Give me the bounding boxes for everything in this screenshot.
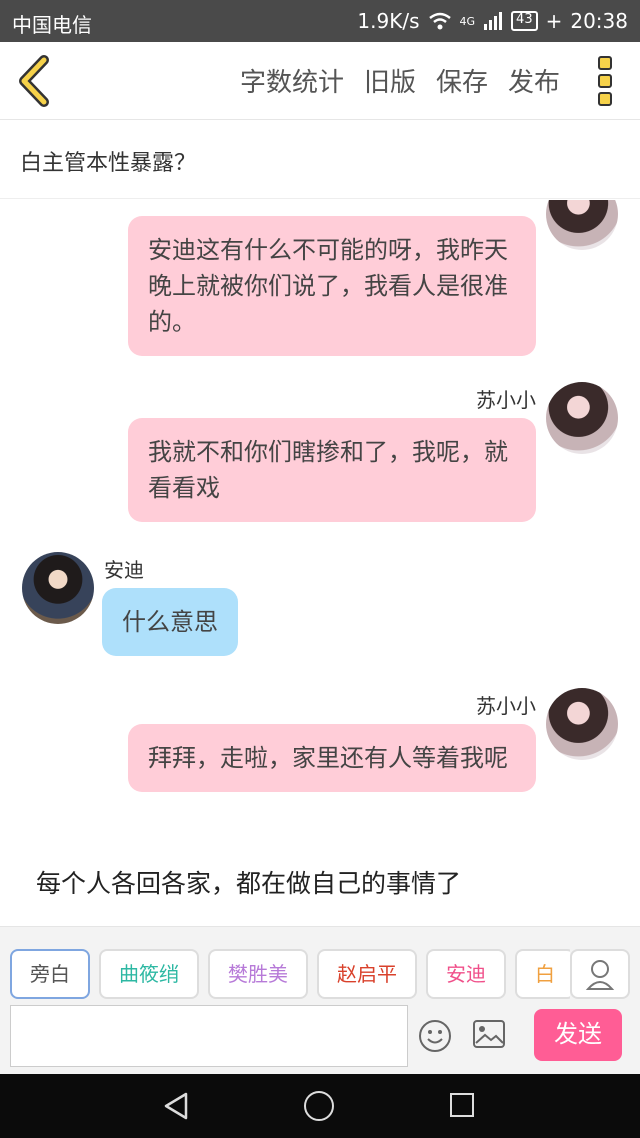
charging-icon: + <box>545 9 563 33</box>
carrier-label: 中国电信 <box>12 13 92 37</box>
speaker-tab-label: 白 <box>535 962 555 986</box>
speaker-tab[interactable]: 赵启平 <box>317 949 417 999</box>
story-title: 白主管本性暴露？ <box>20 151 197 176</box>
avatar[interactable] <box>546 688 618 760</box>
app-header: 字数统计 旧版 保存 发布 <box>0 42 640 120</box>
story-title-bar[interactable]: 白主管本性暴露？ <box>0 121 640 199</box>
battery-icon: 43 <box>511 11 538 31</box>
speaker-tab[interactable]: 白 <box>515 949 570 999</box>
speaker-tab-label: 赵启平 <box>337 962 397 986</box>
more-menu-icon[interactable] <box>598 56 614 106</box>
speaker-tab-label: 旁白 <box>30 962 70 986</box>
message-bubble[interactable]: 拜拜，走啦，家里还有人等着我呢 <box>128 724 536 792</box>
speaker-name: 安迪 <box>104 558 144 582</box>
message-bubble[interactable]: 安迪这有什么不可能的呀，我昨天晚上就被你们说了，我看人是很准的。 <box>128 216 536 356</box>
speaker-tab[interactable]: 曲筱绡 <box>99 949 199 999</box>
status-right: 1.9K/s 4G 43 + 20:38 <box>357 9 628 33</box>
send-button[interactable]: 发送 <box>534 1009 622 1061</box>
old-version-button[interactable]: 旧版 <box>364 62 416 99</box>
signal-icon <box>484 12 503 30</box>
message-bubble[interactable]: 我就不和你们瞎掺和了，我呢，就看看戏 <box>128 418 536 522</box>
add-role-button[interactable] <box>570 949 630 999</box>
image-icon[interactable] <box>472 1019 506 1049</box>
avatar[interactable] <box>546 382 618 454</box>
speaker-name: 苏小小 <box>476 694 536 718</box>
message-bubble[interactable]: 什么意思 <box>102 588 238 656</box>
avatar[interactable] <box>546 200 618 250</box>
speaker-tab-label: 曲筱绡 <box>119 962 179 986</box>
speaker-tab-narrator[interactable]: 旁白 <box>10 949 90 999</box>
network-speed: 1.9K/s <box>357 9 420 33</box>
speaker-tab[interactable]: 樊胜美 <box>208 949 308 999</box>
save-button[interactable]: 保存 <box>436 62 488 99</box>
chat-area[interactable]: 安迪这有什么不可能的呀，我昨天晚上就被你们说了，我看人是很准的。 苏小小 我就不… <box>0 200 640 926</box>
narration-text[interactable]: 每个人各回各家，都在做自己的事情了 <box>36 864 461 900</box>
header-menu: 字数统计 旧版 保存 发布 <box>240 62 560 99</box>
input-row: 发送 <box>0 1005 640 1071</box>
status-bar: 中国电信 1.9K/s 4G 43 + 20:38 <box>0 0 640 42</box>
system-nav-bar <box>0 1074 640 1138</box>
avatar[interactable] <box>22 552 94 624</box>
user-icon <box>585 960 615 990</box>
network-type: 4G <box>459 14 476 28</box>
speaker-tab[interactable]: 安迪 <box>426 949 506 999</box>
clock: 20:38 <box>570 9 628 33</box>
speaker-tab-label: 樊胜美 <box>228 962 288 986</box>
back-arrow-icon[interactable] <box>14 54 54 108</box>
speaker-tabs: 旁白 曲筱绡 樊胜美 赵启平 安迪 白 <box>10 949 570 999</box>
speaker-tab-label: 安迪 <box>446 962 486 986</box>
publish-button[interactable]: 发布 <box>508 62 560 99</box>
nav-recent-icon[interactable] <box>450 1093 474 1117</box>
nav-back-icon[interactable] <box>162 1092 190 1120</box>
speaker-name: 苏小小 <box>476 388 536 412</box>
wifi-icon <box>428 12 451 30</box>
composer: 旁白 曲筱绡 樊胜美 赵启平 安迪 白 发送 <box>0 926 640 1074</box>
message-input[interactable] <box>10 1005 408 1067</box>
word-count-button[interactable]: 字数统计 <box>240 62 344 99</box>
emoji-icon[interactable] <box>418 1019 452 1053</box>
nav-home-icon[interactable] <box>304 1091 334 1121</box>
